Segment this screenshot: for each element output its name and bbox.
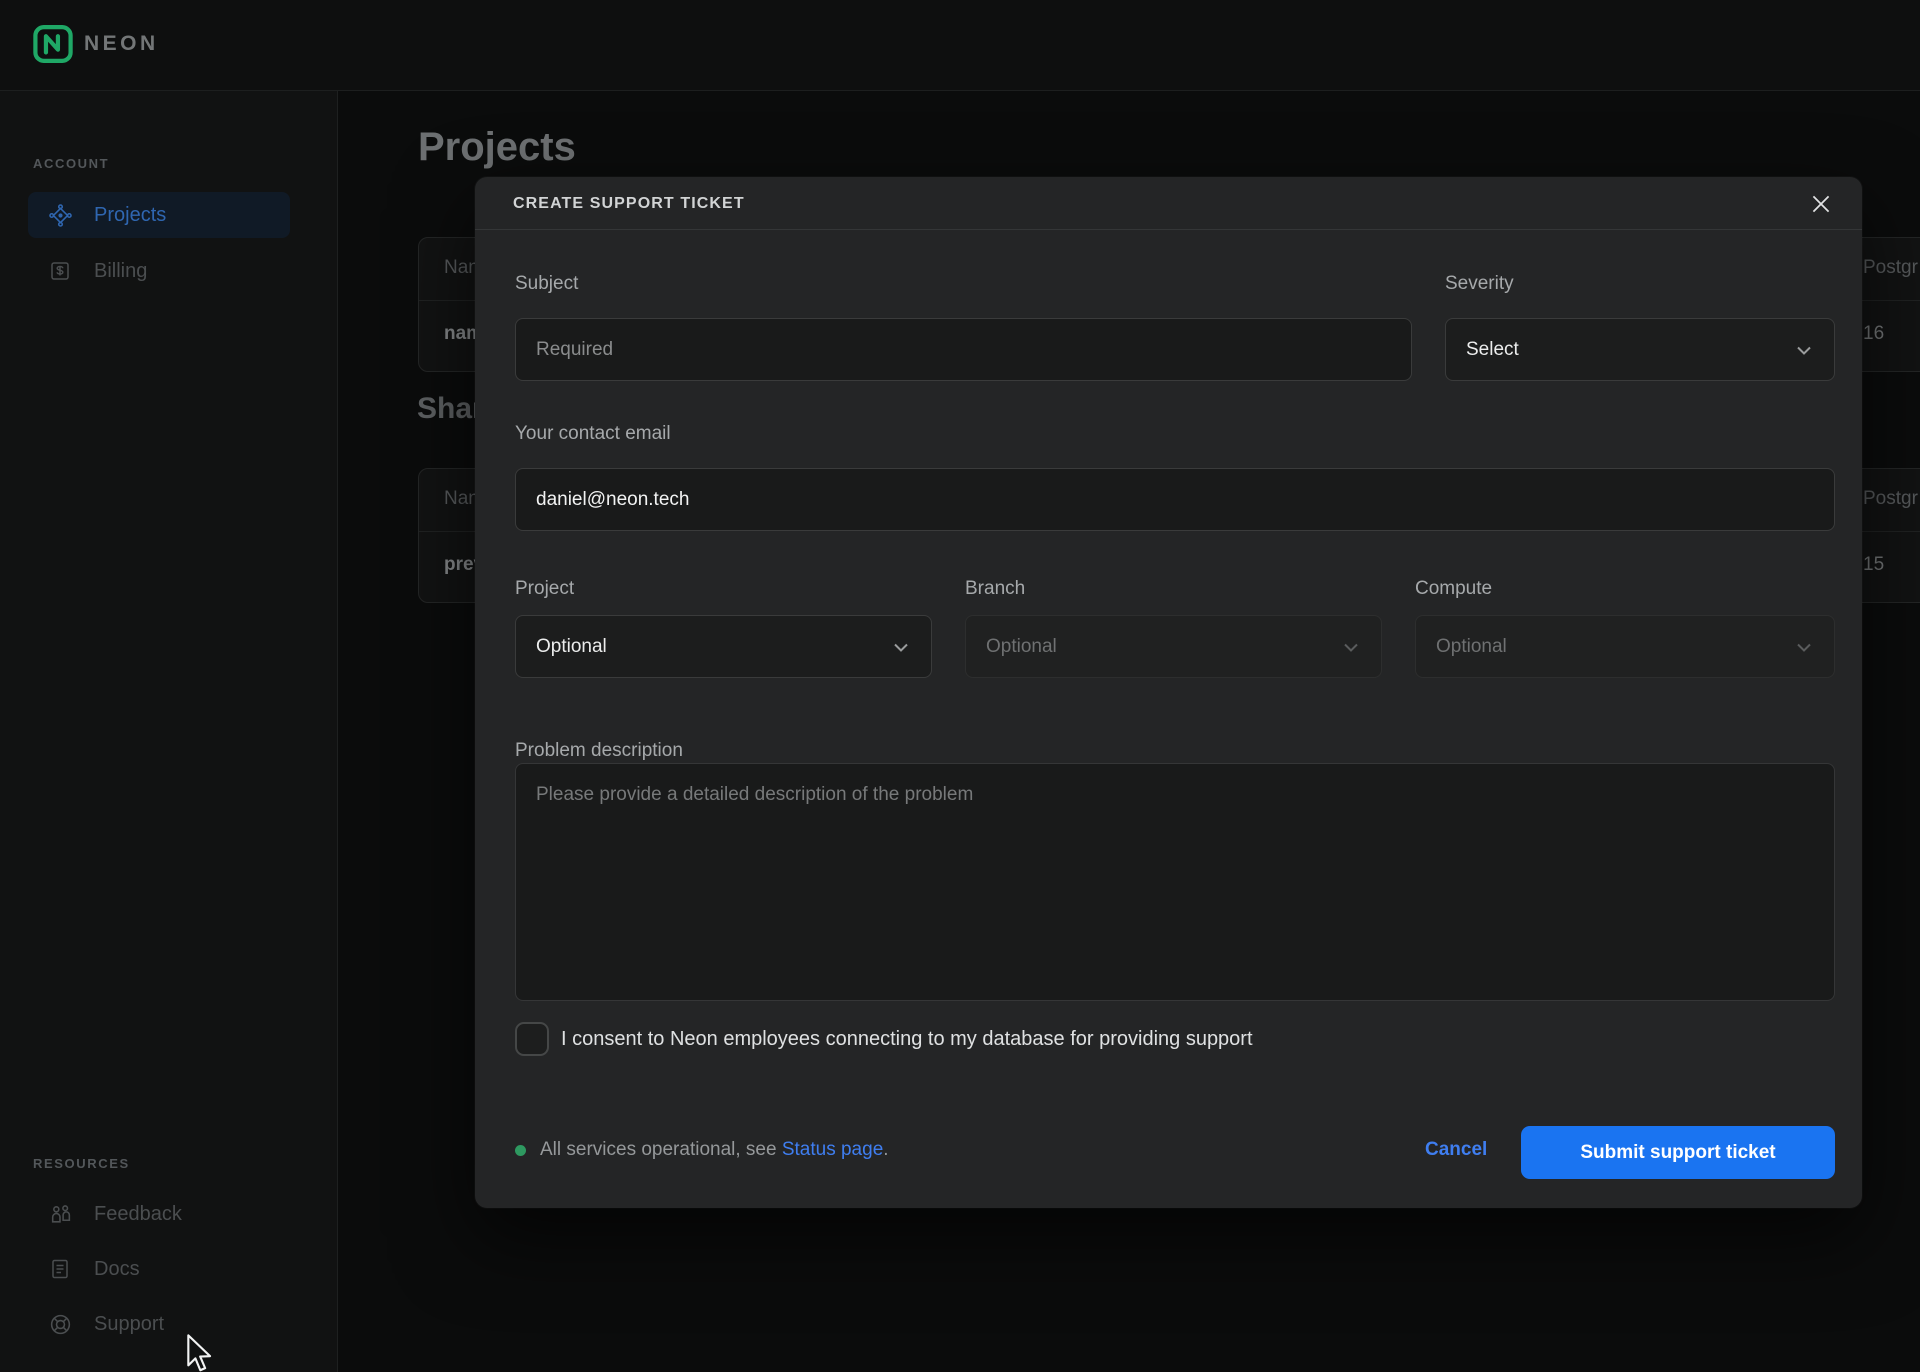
sidebar-item-label: Billing	[94, 260, 147, 283]
app-root: NEON ACCOUNT Projects Billi	[0, 0, 1920, 1372]
sidebar-item-label: Feedback	[94, 1203, 182, 1226]
branch-label: Branch	[965, 578, 1025, 600]
billing-icon	[47, 258, 73, 284]
sidebar-item-feedback[interactable]: Feedback	[28, 1191, 290, 1237]
severity-label: Severity	[1445, 273, 1514, 295]
problem-description-label: Problem description	[515, 740, 683, 762]
service-status: All services operational, see Status pag…	[515, 1139, 889, 1161]
chevron-down-icon	[889, 635, 913, 659]
compute-label: Compute	[1415, 578, 1492, 600]
feedback-icon	[47, 1201, 73, 1227]
project-label: Project	[515, 578, 574, 600]
modal-title: CREATE SUPPORT TICKET	[513, 177, 745, 230]
sidebar-section-resources: RESOURCES	[33, 1156, 130, 1171]
consent-checkbox[interactable]	[515, 1022, 549, 1056]
page-title: Projects	[418, 125, 576, 170]
sidebar-section-account: ACCOUNT	[33, 156, 109, 171]
sidebar-item-projects[interactable]: Projects	[28, 192, 290, 238]
subject-input[interactable]	[515, 318, 1412, 381]
subject-label: Subject	[515, 273, 578, 295]
submit-support-ticket-button[interactable]: Submit support ticket	[1521, 1126, 1835, 1179]
cancel-button[interactable]: Cancel	[1425, 1139, 1487, 1161]
chevron-down-icon	[1792, 635, 1816, 659]
column-header-name: Nan	[444, 488, 479, 510]
neon-logo-icon[interactable]	[33, 25, 73, 63]
project-select-value: Optional	[536, 636, 607, 658]
docs-icon	[47, 1256, 73, 1282]
partial-item-icon	[47, 1368, 73, 1372]
branch-select-value: Optional	[986, 636, 1057, 658]
status-green-dot-icon	[515, 1145, 526, 1156]
table-row-postgres: 16	[1863, 323, 1884, 345]
status-text: All services operational, see Status pag…	[540, 1139, 889, 1161]
severity-select[interactable]: Select	[1445, 318, 1835, 381]
contact-email-label: Your contact email	[515, 423, 671, 445]
shared-section-title: Shar	[417, 392, 484, 426]
status-text-suffix: .	[883, 1139, 888, 1160]
create-support-ticket-modal: CREATE SUPPORT TICKET Subject Severity S…	[475, 177, 1862, 1208]
chevron-down-icon	[1792, 338, 1816, 362]
project-select[interactable]: Optional	[515, 615, 932, 678]
modal-header: CREATE SUPPORT TICKET	[475, 177, 1862, 230]
column-header-name: Nan	[444, 257, 479, 279]
sidebar-item-label: Projects	[94, 204, 166, 227]
projects-icon	[47, 202, 73, 228]
severity-select-value: Select	[1466, 339, 1519, 361]
sidebar-item-docs[interactable]: Docs	[28, 1246, 290, 1292]
branch-select: Optional	[965, 615, 1382, 678]
sidebar-item-billing[interactable]: Billing	[28, 248, 290, 294]
status-page-link[interactable]: Status page	[782, 1139, 883, 1160]
sidebar-item-label: Support	[94, 1313, 164, 1336]
sidebar-item-support[interactable]: Support	[28, 1301, 290, 1347]
problem-description-textarea[interactable]	[515, 763, 1835, 1001]
brand-wordmark: NEON	[84, 32, 159, 56]
status-text-prefix: All services operational, see	[540, 1139, 782, 1160]
sidebar-item-partial[interactable]	[28, 1358, 290, 1372]
close-icon[interactable]	[1806, 189, 1836, 219]
consent-label: I consent to Neon employees connecting t…	[561, 1028, 1253, 1051]
support-icon	[47, 1311, 73, 1337]
column-header-postgres: Postgr	[1863, 257, 1918, 279]
compute-select: Optional	[1415, 615, 1835, 678]
top-bar: NEON	[0, 0, 1920, 91]
column-header-postgres: Postgr	[1863, 488, 1918, 510]
sidebar: ACCOUNT Projects Billing RESOUR	[0, 91, 338, 1372]
contact-email-input[interactable]	[515, 468, 1835, 531]
sidebar-item-label: Docs	[94, 1258, 140, 1281]
chevron-down-icon	[1339, 635, 1363, 659]
compute-select-value: Optional	[1436, 636, 1507, 658]
table-row-postgres: 15	[1863, 554, 1884, 576]
